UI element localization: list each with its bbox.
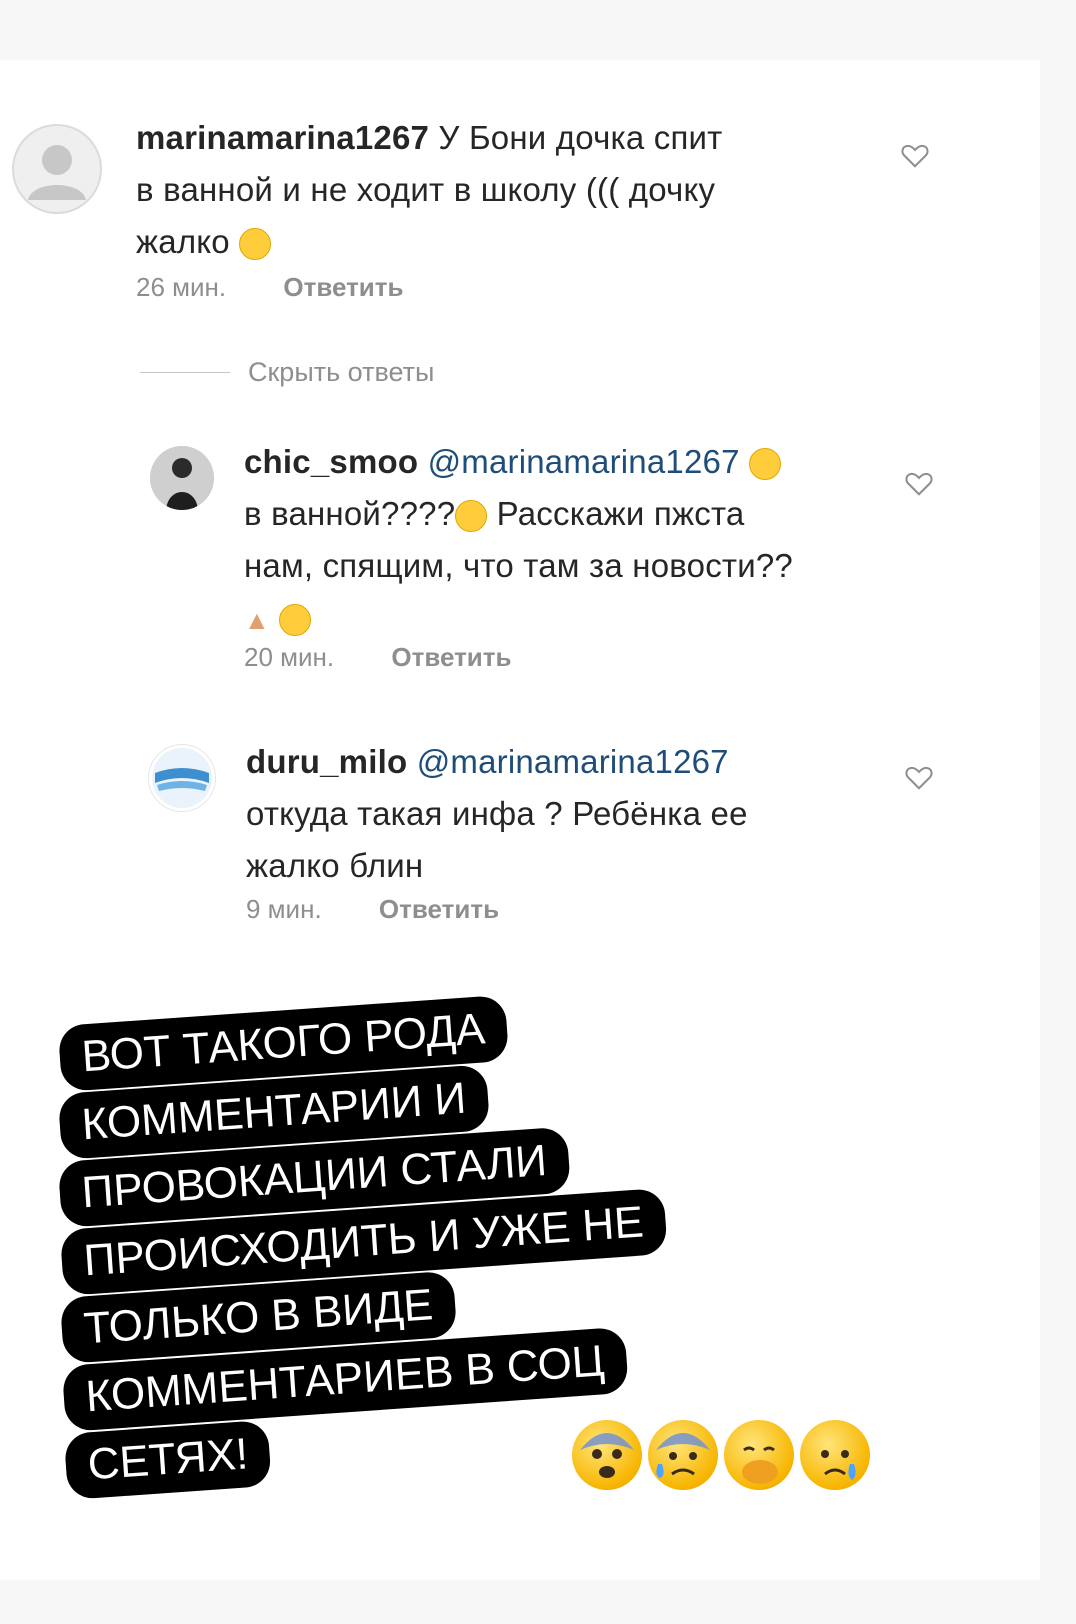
user-photo-icon	[150, 446, 214, 510]
reply-username[interactable]: chic_smoo	[244, 443, 418, 480]
folded-hands-icon: ▲	[244, 605, 270, 635]
tears-of-joy-icon	[455, 500, 488, 533]
reply-time: 9 мин.	[246, 894, 322, 924]
reply-meta: 20 мин. Ответить	[244, 642, 512, 673]
mention-link[interactable]: @marinamarina1267	[428, 443, 740, 480]
reply-button[interactable]: Ответить	[283, 272, 403, 302]
hide-replies-toggle[interactable]: Скрыть ответы	[140, 352, 434, 392]
reply-body: duru_milo @marinamarina1267 откуда такая…	[246, 736, 886, 892]
reply-text-line: Расскажи пжста	[487, 495, 745, 532]
avatar-chic-smoo[interactable]	[150, 446, 214, 510]
heart-icon[interactable]	[900, 140, 930, 170]
heart-icon[interactable]	[904, 762, 934, 792]
comment-text-line: в ванной и не ходит в школу ((( дочку	[136, 171, 716, 208]
comment-text-line: У Бони дочка спит	[438, 119, 723, 156]
comment-body: marinamarina1267 У Бони дочка спит в ван…	[136, 112, 856, 268]
reply-text-line: нам, спящим, что там за новости??	[244, 547, 793, 584]
tears-of-joy-icon	[279, 604, 312, 637]
story-screen: marinamarina1267 У Бони дочка спит в ван…	[0, 0, 1076, 1624]
reply-meta: 9 мин. Ответить	[246, 894, 499, 925]
mention-link[interactable]: @marinamarina1267	[417, 743, 729, 780]
reply-time: 20 мин.	[244, 642, 335, 672]
anxious-face-with-sweat-icon	[648, 1420, 718, 1490]
hide-replies-label: Скрыть ответы	[248, 356, 435, 387]
reply-button[interactable]: Ответить	[379, 894, 499, 924]
comment-meta: 26 мин. Ответить	[136, 272, 404, 303]
face-with-hand-over-mouth-icon	[724, 1420, 794, 1490]
comment-text-line: жалко	[136, 223, 230, 260]
flushed-face-icon	[749, 448, 782, 481]
caption-line: СЕТЯХ!	[63, 1419, 273, 1500]
avatar-duru-milo[interactable]	[148, 744, 216, 812]
weary-face-icon	[239, 228, 272, 261]
reply-text-line: в ванной????	[244, 495, 456, 532]
heart-icon[interactable]	[904, 468, 934, 498]
divider	[140, 371, 230, 373]
fearful-face-icon	[572, 1420, 642, 1490]
reply-username[interactable]: duru_milo	[246, 743, 407, 780]
comment-username[interactable]: marinamarina1267	[136, 119, 429, 156]
reply-button[interactable]: Ответить	[391, 642, 511, 672]
sad-but-relieved-face-icon	[800, 1420, 870, 1490]
avatar-default[interactable]	[12, 124, 102, 214]
comment-time: 26 мин.	[136, 272, 227, 302]
reply-text-line: жалко блин	[246, 847, 424, 884]
default-avatar-icon	[28, 145, 86, 200]
reply-body: chic_smoo @marinamarina1267 в ванной????…	[244, 436, 884, 646]
reply-text-line: откуда такая инфа ? Ребёнка ее	[246, 795, 748, 832]
logo-avatar-icon	[152, 748, 212, 808]
